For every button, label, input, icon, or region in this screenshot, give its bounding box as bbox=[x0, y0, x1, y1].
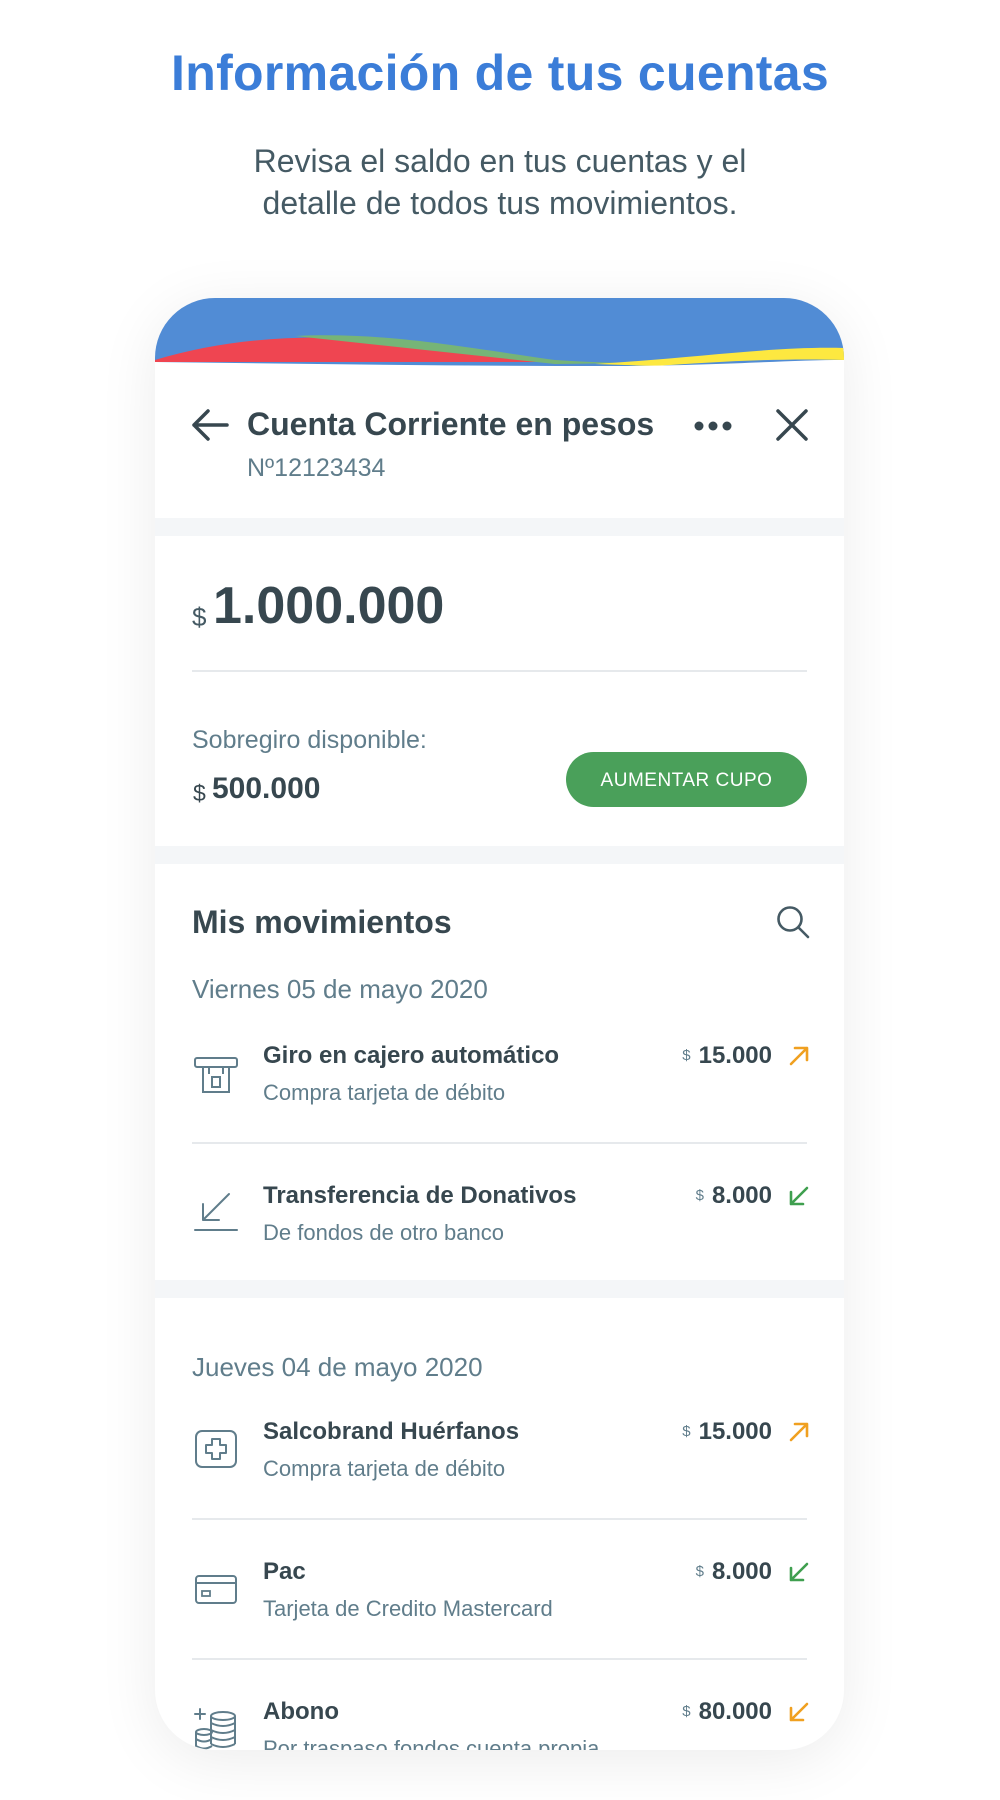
overdraft-amount: 500.000 bbox=[212, 772, 321, 805]
transfer-in-icon bbox=[194, 1193, 238, 1231]
movement-title: Giro en cajero automático bbox=[263, 1042, 560, 1069]
divider bbox=[192, 1658, 807, 1660]
divider bbox=[192, 670, 807, 672]
movement-row[interactable]: Abono Por traspaso fondos cuenta propia … bbox=[155, 1698, 844, 1750]
movement-row[interactable]: Giro en cajero automático Compra tarjeta… bbox=[155, 1042, 844, 1162]
movement-amount: $15.000 bbox=[682, 1418, 772, 1446]
movement-subtitle: De fondos de otro banco bbox=[263, 1220, 504, 1245]
arrow-left-icon[interactable] bbox=[191, 406, 229, 444]
movement-title: Abono bbox=[263, 1698, 339, 1725]
arrow-down-left-icon bbox=[789, 1562, 809, 1582]
increase-limit-button[interactable]: AUMENTAR CUPO bbox=[566, 752, 807, 807]
movement-subtitle: Tarjeta de Credito Mastercard bbox=[263, 1596, 553, 1621]
movement-title: Pac bbox=[263, 1558, 306, 1585]
arrow-up-right-icon bbox=[789, 1422, 809, 1442]
balance-card: $ 1.000.000 Sobregiro disponible: $ 500.… bbox=[155, 536, 844, 846]
movement-row[interactable]: Pac Tarjeta de Credito Mastercard $8.000 bbox=[155, 1558, 844, 1678]
close-icon[interactable] bbox=[775, 408, 809, 442]
movements-title: Mis movimientos bbox=[192, 904, 452, 940]
movement-amount: $8.000 bbox=[696, 1558, 772, 1586]
movement-subtitle: Por traspaso fondos cuenta propia bbox=[263, 1736, 600, 1750]
arrow-up-right-icon bbox=[789, 1046, 809, 1066]
arrow-down-left-icon bbox=[789, 1702, 809, 1722]
phone-screen: Cuenta Corriente en pesos Nº12123434 $ 1… bbox=[155, 298, 844, 1750]
credit-card-icon bbox=[195, 1575, 237, 1604]
atm-icon bbox=[194, 1057, 238, 1093]
movement-amount: $80.000 bbox=[682, 1698, 772, 1726]
movement-subtitle: Compra tarjeta de débito bbox=[263, 1080, 506, 1105]
movement-amount-value: 8.000 bbox=[711, 1182, 772, 1209]
promo-subtitle-line-1: Revisa el saldo en tus cuentas y el bbox=[253, 143, 747, 179]
header-wave-decoration bbox=[155, 298, 844, 366]
movements-card-continued: Jueves 04 de mayo 2020 Salcobrand Huérfa… bbox=[155, 1298, 844, 1750]
promo-title: Información de tus cuentas bbox=[171, 45, 829, 101]
balance-amount: 1.000.000 bbox=[213, 577, 445, 635]
more-dots-icon[interactable] bbox=[693, 420, 733, 432]
movements-date-header: Viernes 05 de mayo 2020 bbox=[192, 974, 488, 1004]
promo-subtitle-line-2: detalle de todos tus movimientos. bbox=[262, 185, 738, 221]
account-number: Nº12123434 bbox=[247, 454, 386, 482]
search-icon[interactable] bbox=[775, 904, 811, 940]
movement-amount-value: 15.000 bbox=[698, 1418, 772, 1445]
account-header: Cuenta Corriente en pesos Nº12123434 bbox=[155, 366, 844, 518]
coins-icon bbox=[194, 1708, 236, 1750]
movements-card: Mis movimientos Viernes 05 de mayo 2020 … bbox=[155, 864, 844, 1280]
movement-row[interactable]: Transferencia de Donativos De fondos de … bbox=[155, 1182, 844, 1302]
movements-date-header: Jueves 04 de mayo 2020 bbox=[192, 1352, 483, 1382]
movement-title: Transferencia de Donativos bbox=[263, 1182, 577, 1209]
movement-subtitle: Compra tarjeta de débito bbox=[263, 1456, 506, 1481]
overdraft-label: Sobregiro disponible: bbox=[192, 726, 427, 754]
balance-currency: $ bbox=[192, 602, 207, 632]
movement-currency: $ bbox=[695, 1563, 704, 1580]
movement-currency: $ bbox=[695, 1187, 704, 1204]
movement-amount: $8.000 bbox=[696, 1182, 772, 1210]
account-title: Cuenta Corriente en pesos bbox=[247, 406, 655, 442]
movement-amount-value: 15.000 bbox=[698, 1042, 772, 1069]
divider bbox=[192, 1518, 807, 1520]
divider bbox=[192, 1142, 807, 1144]
arrow-down-left-icon bbox=[789, 1186, 809, 1206]
movement-currency: $ bbox=[682, 1703, 691, 1720]
movement-amount: $15.000 bbox=[682, 1042, 772, 1070]
pharmacy-icon bbox=[195, 1430, 237, 1468]
movement-amount-value: 8.000 bbox=[711, 1558, 772, 1585]
overdraft-currency: $ bbox=[193, 780, 206, 806]
movement-row[interactable]: Salcobrand Huérfanos Compra tarjeta de d… bbox=[155, 1418, 844, 1538]
promo-subtitle: Revisa el saldo en tus cuentas y el deta… bbox=[0, 140, 1000, 224]
movement-currency: $ bbox=[682, 1423, 691, 1440]
movement-title: Salcobrand Huérfanos bbox=[263, 1418, 520, 1445]
movement-amount-value: 80.000 bbox=[698, 1698, 772, 1725]
movement-currency: $ bbox=[682, 1047, 691, 1064]
